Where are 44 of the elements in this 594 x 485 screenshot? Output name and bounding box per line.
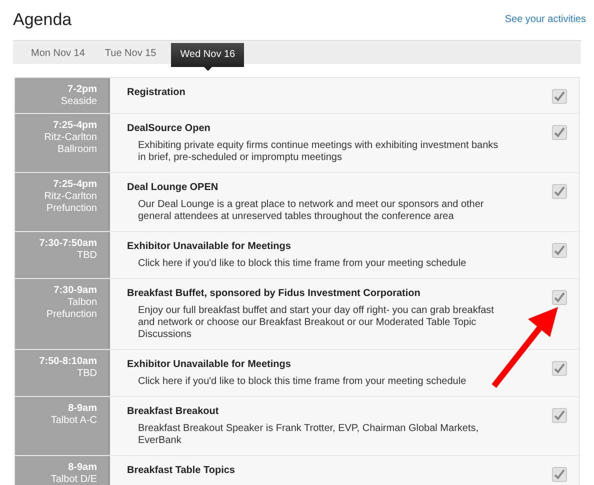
tab-pointer-icon <box>202 65 214 71</box>
session-time: 7:30-7:50am <box>38 238 97 250</box>
session-description: Our Deal Lounge is a great place to network and meet our sponsors and other general attendees at unreserved tables throughout the conference area <box>138 199 485 223</box>
session-title[interactable]: Exhibitor Unavailable for Meetings <box>127 359 508 371</box>
session-title[interactable]: Breakfast Buffet, sponsored by Fidus Investment Corporation <box>127 288 508 300</box>
session-time: 7:50-8:10am <box>38 356 97 368</box>
page-title: Agenda <box>13 9 72 31</box>
session-location: TBD <box>76 250 97 262</box>
session-title[interactable]: Deal Lounge OPEN <box>127 182 508 194</box>
session-time: 8-9am <box>67 403 97 415</box>
session-location: Talbot A-C <box>50 415 97 427</box>
checkbox[interactable] <box>552 89 567 104</box>
session-location: TBD <box>76 368 97 380</box>
checkbox[interactable] <box>552 290 567 305</box>
checkbox[interactable] <box>552 361 567 376</box>
date-tab[interactable]: Tue Nov 15 <box>100 41 162 65</box>
session-location: Talbon Prefunction <box>45 297 97 321</box>
session-location: Talbot D/E <box>50 474 97 485</box>
session-title[interactable]: Exhibitor Unavailable for Meetings <box>127 241 508 253</box>
date-tab[interactable]: Wed Nov 16 <box>171 42 244 66</box>
session-time: 8-9am <box>67 462 97 474</box>
activities-link[interactable]: See your activities <box>504 12 586 27</box>
checkbox[interactable] <box>552 467 567 482</box>
session-location: Ritz-Carlton Prefunction <box>43 191 97 215</box>
session-location: Ritz-Carlton Ballroom <box>43 132 97 156</box>
session-time: 7:25-4pm <box>52 120 97 132</box>
session-description: Click here if you'd like to block this time frame from your meeting schedule <box>138 258 468 270</box>
session-title[interactable]: Registration <box>127 87 186 99</box>
session-location: Seaside <box>60 96 97 108</box>
session-title[interactable]: Breakfast Breakout <box>127 406 508 418</box>
date-tab[interactable]: Mon Nov 14 <box>26 41 90 65</box>
session-title[interactable]: DealSource Open <box>127 123 508 135</box>
session-description: Click here if you'd like to block this time frame from your meeting schedule <box>138 376 468 388</box>
session-description: Enjoy our full breakfast buffet and start your day off right- you can grab breakfast and network or choose our Breakfast Breakout or our Moderated Table Topic Discussions <box>138 305 495 341</box>
session-time: 7:25-4pm <box>52 179 97 191</box>
session-time: 7:30-9am <box>52 285 97 297</box>
checkbox[interactable] <box>552 243 567 258</box>
session-description: Exhibiting private equity firms continue meetings with exhibiting investment banks in brief, pre-scheduled or impromptu meetings <box>138 140 500 164</box>
checkbox[interactable] <box>552 408 567 423</box>
session-time: 7-2pm <box>66 84 97 96</box>
checkbox[interactable] <box>552 184 567 199</box>
session-title[interactable]: Breakfast Table Topics <box>127 465 235 477</box>
session-description: Breakfast Breakout Speaker is Frank Trotter, EVP, Chairman Global Markets, EverBank <box>138 423 480 447</box>
checkbox[interactable] <box>552 125 567 140</box>
